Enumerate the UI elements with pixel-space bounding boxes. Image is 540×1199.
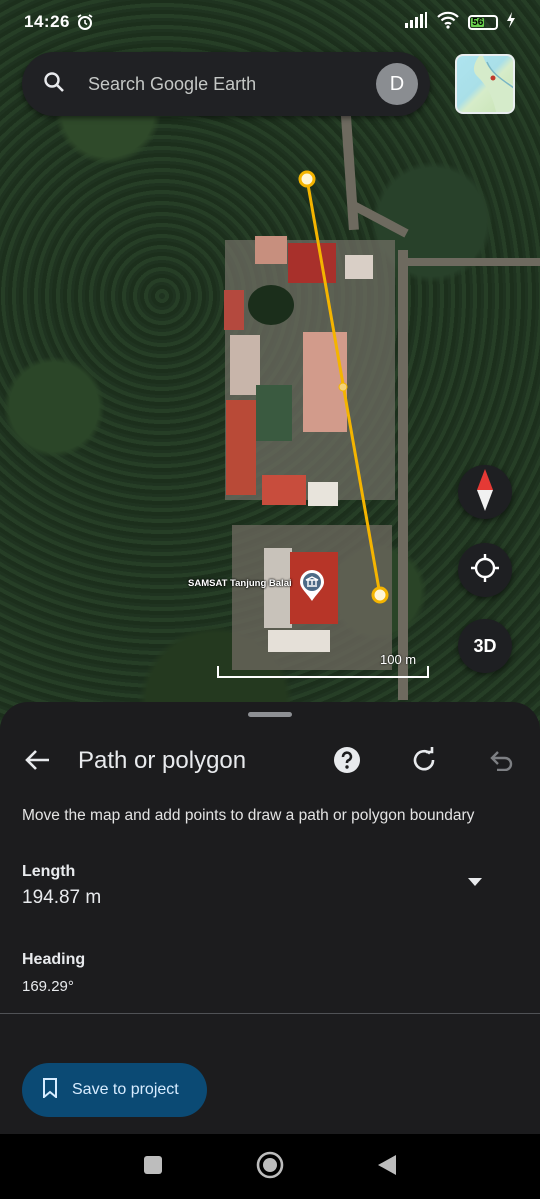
path-midpoint: [338, 382, 348, 392]
system-nav-bar: [0, 1134, 540, 1199]
search-bar[interactable]: Search Google Earth D: [22, 52, 430, 116]
signal-icon: [404, 11, 428, 33]
save-to-project-button[interactable]: Save to project: [22, 1063, 207, 1117]
sheet-title: Path or polygon: [78, 747, 247, 774]
help-button[interactable]: [331, 746, 363, 778]
nav-recents-icon: [143, 1155, 163, 1180]
refresh-icon: [411, 746, 437, 778]
arrow-back-icon: [25, 749, 51, 776]
compass-icon: [475, 468, 495, 516]
scale-label: 100 m: [380, 652, 417, 667]
scale-bar: [217, 666, 429, 678]
compass-button[interactable]: [458, 465, 512, 519]
heading-value: 169.29°: [22, 978, 74, 995]
status-time: 14:26: [24, 12, 70, 31]
divider: [0, 1013, 540, 1014]
nav-back-icon: [377, 1154, 397, 1181]
place-label[interactable]: SAMSAT Tanjung Balai: [188, 578, 292, 589]
length-value: 194.87 m: [22, 887, 102, 908]
my-location-icon: [470, 553, 500, 588]
battery-level: 56: [471, 16, 485, 28]
save-button-label: Save to project: [72, 1081, 179, 1098]
avatar[interactable]: D: [376, 63, 418, 105]
dropdown-arrow-icon: [468, 873, 482, 891]
nav-home-icon: [256, 1151, 284, 1184]
units-dropdown[interactable]: [464, 874, 486, 890]
undo-icon: [489, 749, 515, 776]
nav-recents-button[interactable]: [138, 1152, 168, 1182]
bookmark-icon: [42, 1077, 58, 1103]
sheet-header: Path or polygon: [0, 738, 540, 786]
charging-icon: [506, 11, 516, 33]
heading-label: Heading: [22, 951, 86, 968]
status-bar: 14:26 56: [0, 0, 540, 44]
path-point-start: [298, 170, 316, 188]
path-point-end: [371, 586, 389, 604]
help-icon: [333, 746, 361, 779]
refresh-button[interactable]: [408, 746, 440, 778]
instructions-text: Move the map and add points to draw a pa…: [22, 807, 475, 824]
wifi-icon: [436, 11, 460, 34]
drag-handle[interactable]: [248, 712, 292, 717]
search-input[interactable]: Search Google Earth: [88, 74, 376, 95]
nav-home-button[interactable]: [255, 1151, 285, 1184]
3d-toggle-button[interactable]: 3D: [458, 619, 512, 673]
undo-button[interactable]: [486, 746, 518, 778]
alarm-icon: [76, 13, 94, 31]
length-label: Length: [22, 863, 76, 880]
battery-icon: 56: [468, 14, 498, 30]
my-location-button[interactable]: [458, 543, 512, 597]
place-marker-icon[interactable]: [298, 570, 326, 602]
nav-back-button[interactable]: [372, 1152, 402, 1182]
search-icon[interactable]: [42, 70, 66, 99]
back-button[interactable]: [22, 746, 54, 778]
path-polygon-sheet: Path or polygon Move the map and add poi…: [0, 702, 540, 1134]
minimap-thumbnail[interactable]: [455, 54, 515, 114]
